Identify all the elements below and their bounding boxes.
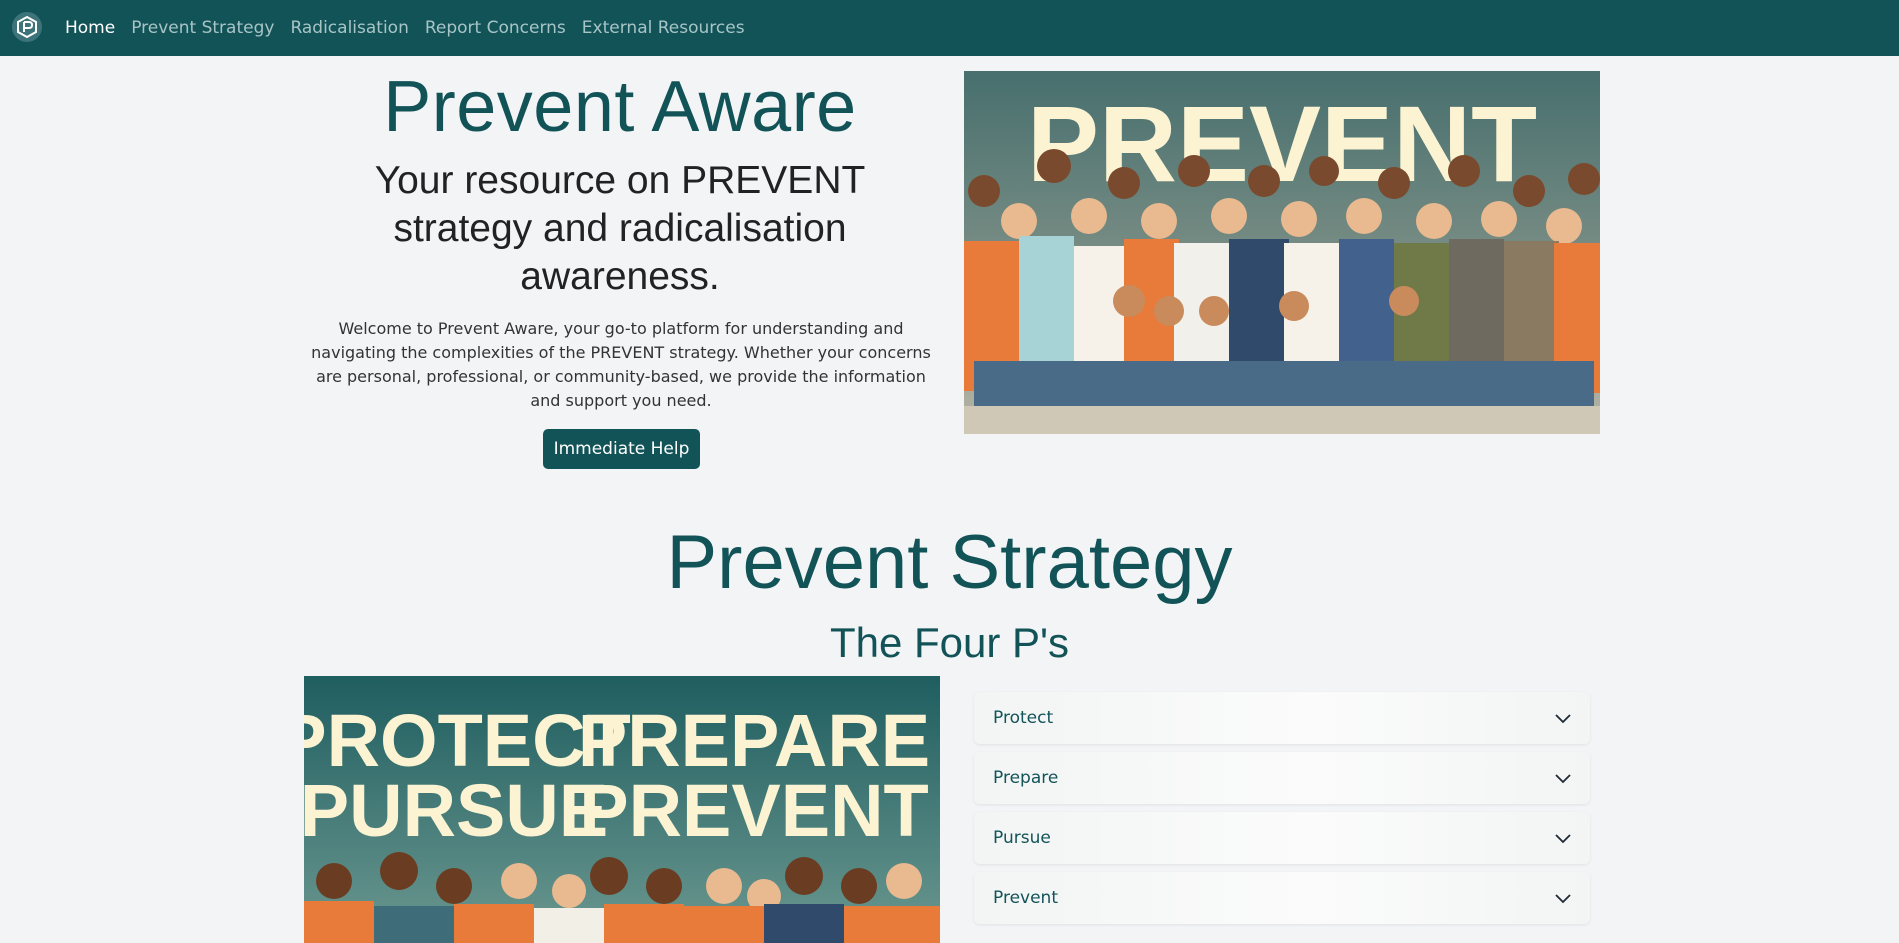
nav-link-report-concerns[interactable]: Report Concerns (425, 18, 566, 38)
accordion-label: Protect (993, 708, 1054, 728)
accordion-item-prepare[interactable]: Prepare (974, 752, 1590, 804)
nav-links: Home Prevent Strategy Radicalisation Rep… (65, 0, 761, 56)
chevron-down-icon (1555, 774, 1571, 784)
accordion-label: Prevent (993, 888, 1058, 908)
hero-community-image: PREVENT (964, 71, 1600, 434)
poster-text-prevent: PREVENT (579, 769, 929, 852)
four-ps-accordion: Protect Prepare Pursue Prevent (974, 692, 1590, 932)
accordion-item-protect[interactable]: Protect (974, 692, 1590, 744)
accordion-label: Pursue (993, 828, 1051, 848)
nav-link-external-resources[interactable]: External Resources (582, 18, 745, 38)
immediate-help-button[interactable]: Immediate Help (543, 429, 700, 469)
chevron-down-icon (1555, 834, 1571, 844)
poster-text-pursue: PURSUE (304, 769, 608, 852)
nav-link-home[interactable]: Home (65, 18, 115, 38)
hero-description: Welcome to Prevent Aware, your go-to pla… (311, 319, 931, 410)
nav-link-prevent-strategy[interactable]: Prevent Strategy (131, 18, 274, 38)
section-subtitle: The Four P's (829, 619, 1070, 666)
four-ps-image: PROTECT PREPARE PURSUE PREVENT (304, 676, 940, 943)
chevron-down-icon (1555, 714, 1571, 724)
accordion-item-prevent[interactable]: Prevent (974, 872, 1590, 924)
hero-subtitle: Your resource on PREVENT strategy and ra… (374, 159, 866, 298)
chevron-down-icon (1555, 894, 1571, 904)
accordion-item-pursue[interactable]: Pursue (974, 812, 1590, 864)
top-navbar: Home Prevent Strategy Radicalisation Rep… (0, 0, 1899, 56)
prevent-logo-icon[interactable] (12, 12, 42, 42)
nav-link-radicalisation[interactable]: Radicalisation (290, 18, 408, 38)
hero-title: Prevent Aware (383, 67, 857, 147)
section-title: Prevent Strategy (666, 520, 1233, 605)
accordion-label: Prepare (993, 768, 1059, 788)
